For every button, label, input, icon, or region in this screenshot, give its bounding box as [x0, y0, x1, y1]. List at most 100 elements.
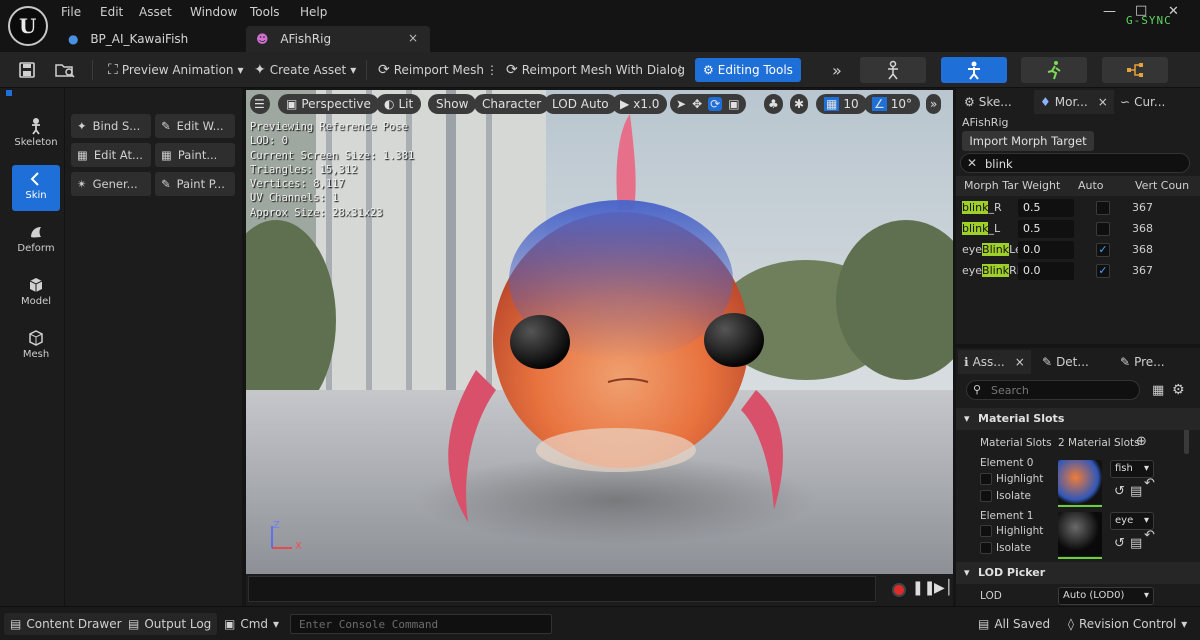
bind-skin-tool[interactable]: ✦ Bind S...	[71, 114, 151, 138]
auto-checkbox[interactable]	[1096, 201, 1110, 215]
tab-preview-settings[interactable]: ✎ Pre...	[1114, 350, 1171, 374]
isolate-checkbox[interactable]	[980, 490, 992, 502]
auto-checkbox[interactable]	[1096, 222, 1110, 236]
morph-row[interactable]: eyeBlinkRig 0.0 ✓ 367	[960, 261, 1196, 281]
paint-tool[interactable]: ▦ Paint...	[155, 143, 235, 167]
morph-search-input[interactable]: ✕ blink	[960, 153, 1190, 173]
weight-field[interactable]: 0.0	[1018, 262, 1074, 280]
skeleton-mode-button[interactable]	[860, 57, 926, 83]
cmd-dropdown[interactable]: ▣ Cmd ▾	[218, 613, 285, 635]
weight-field[interactable]: 0.5	[1018, 199, 1074, 217]
details-search-input[interactable]: ⚲ Search	[966, 380, 1140, 400]
content-drawer-button[interactable]: ▤ Content Drawer	[4, 613, 128, 635]
paint-points-tool[interactable]: ✎ Paint P...	[155, 172, 235, 196]
isolate-checkbox[interactable]	[980, 542, 992, 554]
scale-icon[interactable]: ▣	[728, 97, 739, 111]
close-icon[interactable]: ×	[1098, 95, 1108, 109]
record-icon[interactable]	[892, 583, 906, 597]
lod-button[interactable]: LOD Auto	[544, 94, 617, 114]
show-button[interactable]: Show	[428, 94, 477, 114]
reset-arrow-icon[interactable]: ↶	[1144, 528, 1155, 543]
rotate-icon[interactable]: ⟳	[708, 97, 723, 111]
tab-afishrig[interactable]: ☻ AFishRig ×	[246, 26, 430, 52]
pause-icon[interactable]: ❚❚	[912, 580, 935, 596]
tab-morph-targets[interactable]: ♦ Mor... ×	[1034, 90, 1114, 114]
save-icon[interactable]	[14, 58, 40, 82]
tab-skeleton-tree[interactable]: ⚙ Ske...	[958, 90, 1018, 114]
table-view-icon[interactable]: ▦	[1152, 383, 1164, 398]
reimport-dialog-button[interactable]: ⟳ Reimport Mesh With Dialog	[502, 58, 689, 82]
edit-weights-tool[interactable]: ✎ Edit W...	[155, 114, 235, 138]
close-icon[interactable]: ×	[408, 31, 418, 45]
tab-details[interactable]: ✎ Det...	[1036, 350, 1095, 374]
playback-speed-button[interactable]: ▶ x1.0	[612, 94, 668, 114]
more-options-icon[interactable]: ⋮	[482, 58, 502, 82]
highlight-checkbox[interactable]	[980, 473, 992, 485]
timeline-track[interactable]	[248, 576, 876, 602]
mode-skeleton[interactable]: Skeleton	[12, 112, 60, 158]
translate-icon[interactable]: ✥	[692, 97, 702, 111]
browse-folder-icon[interactable]: ▤	[1130, 536, 1142, 551]
expand-toolbar-icon[interactable]: »	[828, 58, 846, 82]
header-auto[interactable]: Auto	[1078, 179, 1104, 192]
grid-snap-button[interactable]: ▦ 10	[816, 94, 867, 114]
create-asset-button[interactable]: ✦ Create Asset ▾	[250, 58, 360, 82]
tab-bp-ai-kawaifish[interactable]: ● BP_AI_KawaiFish	[58, 26, 244, 52]
menu-window[interactable]: Window	[190, 5, 237, 21]
mode-model[interactable]: Model	[12, 271, 60, 317]
all-saved-button[interactable]: ▤ All Saved	[972, 613, 1056, 635]
auto-checkbox-checked[interactable]: ✓	[1096, 264, 1110, 278]
eye-material-thumbnail[interactable]	[1058, 512, 1102, 556]
lod-dropdown[interactable]: Auto (LOD0) ▾	[1058, 587, 1154, 605]
menu-tools[interactable]: Tools	[250, 5, 280, 21]
world-local-button[interactable]: ♣	[764, 94, 783, 114]
fish-material-thumbnail[interactable]	[1058, 460, 1102, 504]
header-vert-count[interactable]: Vert Coun	[1135, 179, 1189, 192]
use-selected-icon[interactable]: ↺	[1114, 484, 1125, 499]
viewport-expand-button[interactable]: »	[926, 94, 942, 114]
morph-row[interactable]: eyeBlinkLef 0.0 ✓ 368	[960, 240, 1196, 260]
header-morph-target[interactable]: Morph Tar	[964, 179, 1018, 192]
morph-row[interactable]: blink_R 0.5 367	[960, 198, 1196, 218]
browse-folder-icon[interactable]: ▤	[1130, 484, 1142, 499]
auto-checkbox-checked[interactable]: ✓	[1096, 243, 1110, 257]
mesh-mode-button[interactable]	[941, 57, 1007, 83]
morph-row[interactable]: blink_L 0.5 368	[960, 219, 1196, 239]
edit-attributes-tool[interactable]: ▦ Edit At...	[71, 143, 151, 167]
viewport-menu-button[interactable]: ☰	[250, 94, 270, 114]
reset-arrow-icon[interactable]: ↶	[1144, 476, 1155, 491]
animation-mode-button[interactable]	[1021, 57, 1087, 83]
lod-picker-section[interactable]: ▾ LOD Picker	[956, 562, 1200, 584]
more-options-icon[interactable]: ⋮	[670, 58, 690, 82]
browse-asset-icon[interactable]	[50, 58, 80, 82]
output-log-button[interactable]: ▤ Output Log	[122, 613, 218, 635]
reimport-mesh-button[interactable]: ⟳ Reimport Mesh	[374, 58, 488, 82]
close-icon[interactable]: ×	[1015, 355, 1025, 369]
import-morph-target-button[interactable]: Import Morph Target	[962, 131, 1094, 151]
console-input[interactable]: Enter Console Command	[290, 614, 552, 634]
mode-skin[interactable]: Skin	[12, 165, 60, 211]
weight-field[interactable]: 0.5	[1018, 220, 1074, 238]
minimize-icon[interactable]: —	[1103, 4, 1116, 19]
settings-gear-icon[interactable]: ⚙	[1172, 382, 1185, 398]
step-forward-icon[interactable]: ▶│	[934, 580, 953, 596]
viewport[interactable]: Z X ☰ ▣ Perspective ◐ Lit Show Character L…	[246, 90, 953, 574]
menu-help[interactable]: Help	[300, 5, 327, 21]
header-weight[interactable]: Weight	[1022, 179, 1060, 192]
editing-tools-button[interactable]: ⚙ Editing Tools	[695, 58, 801, 82]
lit-button[interactable]: ◐ Lit	[376, 94, 422, 114]
revision-control-button[interactable]: ◊ Revision Control ▾	[1062, 613, 1193, 635]
weight-field[interactable]: 0.0	[1018, 241, 1074, 259]
tab-curves[interactable]: ∽ Cur...	[1114, 90, 1171, 114]
angle-snap-button[interactable]: ∠ 10°	[864, 94, 921, 114]
unreal-logo[interactable]: U	[8, 6, 48, 46]
highlight-checkbox[interactable]	[980, 525, 992, 537]
mode-mesh[interactable]: Mesh	[12, 324, 60, 370]
character-button[interactable]: Character	[474, 94, 550, 114]
add-slot-icon[interactable]: ⊕	[1136, 434, 1147, 449]
preview-animation-button[interactable]: ⛶ Preview Animation ▾	[104, 58, 248, 82]
blueprint-mode-button[interactable]	[1102, 57, 1168, 83]
generate-tool[interactable]: ✴ Gener...	[71, 172, 151, 196]
menu-file[interactable]: File	[61, 5, 81, 21]
material-slots-section[interactable]: ▾ Material Slots	[956, 408, 1200, 430]
